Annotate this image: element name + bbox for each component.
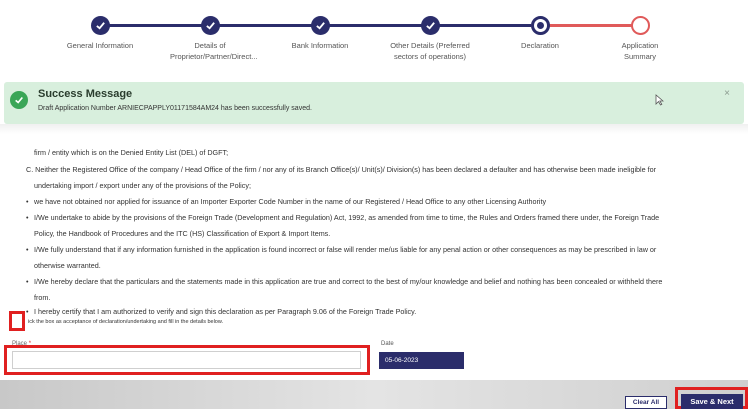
declaration-line: I/We undertake to abide by the provision… xyxy=(34,213,660,222)
bullet-icon: • xyxy=(26,307,29,316)
bullet-icon: • xyxy=(26,277,29,286)
success-message: Draft Application Number ARNIECPAPPLY011… xyxy=(38,105,312,112)
declaration-line: undertaking import / export under any of… xyxy=(34,181,251,190)
mouse-pointer-icon xyxy=(655,94,664,106)
declaration-line: otherwise warranted. xyxy=(34,261,101,270)
declaration-line: I hereby certify that I am authorized to… xyxy=(34,307,417,316)
declaration-line: I/We hereby declare that the particulars… xyxy=(34,277,663,286)
success-title: Success Message xyxy=(38,88,133,100)
date-field[interactable]: 05-06-2023 xyxy=(379,352,464,369)
save-next-button[interactable]: Save & Next xyxy=(681,394,743,409)
check-icon xyxy=(311,16,330,35)
progress-stepper: General Information Details of Proprieto… xyxy=(0,0,748,70)
place-input[interactable] xyxy=(12,351,361,369)
current-step-icon xyxy=(531,16,550,35)
pending-step-icon xyxy=(631,16,650,35)
clear-all-button[interactable]: Clear All xyxy=(625,396,667,409)
check-icon xyxy=(421,16,440,35)
declaration-line: I/We fully understand that if any inform… xyxy=(34,245,657,254)
declaration-checkbox[interactable] xyxy=(9,311,25,331)
declaration-line: Policy, the Handbook of Procedures and t… xyxy=(34,229,331,238)
declaration-line: we have not obtained nor applied for iss… xyxy=(34,197,547,206)
step-label: Application Summary xyxy=(621,41,659,61)
declaration-line: from. xyxy=(34,293,51,302)
declaration-line: C. Neither the Registered Office of the … xyxy=(26,165,657,174)
success-alert: Success Message Draft Application Number… xyxy=(4,82,744,124)
bullet-icon: • xyxy=(26,197,29,206)
bullet-icon: • xyxy=(26,213,29,222)
check-icon xyxy=(201,16,220,35)
section-divider xyxy=(0,124,748,134)
checkbox-label: ick the box as acceptance of declaration… xyxy=(28,319,224,325)
close-icon[interactable]: × xyxy=(724,88,730,99)
date-label: Date xyxy=(381,341,394,347)
check-circle-icon xyxy=(10,91,28,109)
check-icon xyxy=(91,16,110,35)
declaration-line: firm / entity which is on the Denied Ent… xyxy=(34,148,229,157)
bullet-icon: • xyxy=(26,245,29,254)
